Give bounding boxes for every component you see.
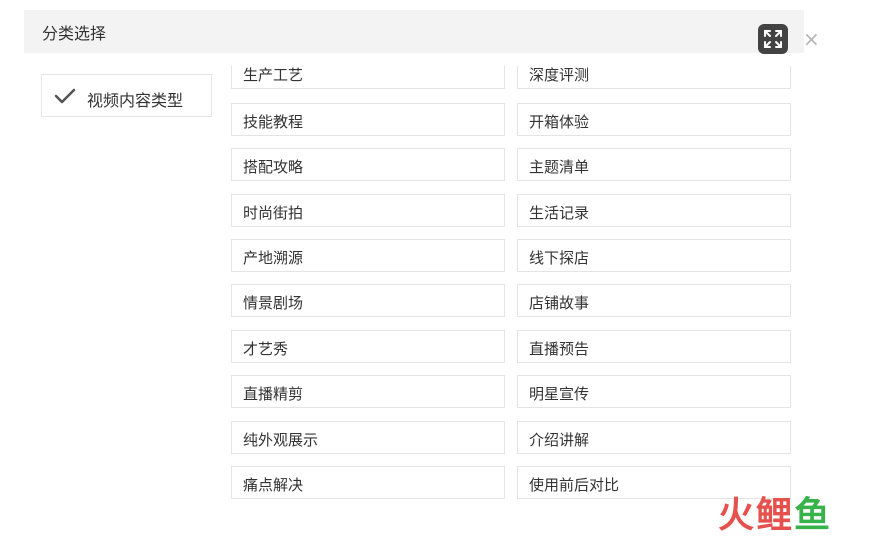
expand-icon [764, 30, 782, 48]
category-option[interactable]: 直播精剪 [231, 375, 505, 408]
category-option[interactable]: 搭配攻略 [231, 148, 505, 181]
dialog-header: 分类选择 × [24, 10, 820, 53]
category-option[interactable]: 深度评测 [517, 66, 791, 89]
dialog-title: 分类选择 [42, 24, 107, 43]
watermark-logo: 火鲤鱼 [718, 495, 833, 536]
sidebar-item-label: 视频内容类型 [87, 91, 184, 110]
expand-button[interactable] [758, 24, 788, 54]
category-option[interactable]: 明星宣传 [517, 375, 791, 408]
category-option[interactable]: 生产工艺 [231, 66, 505, 89]
category-option[interactable]: 才艺秀 [231, 330, 505, 363]
category-option[interactable]: 介绍讲解 [517, 421, 791, 454]
category-option[interactable]: 线下探店 [517, 239, 791, 272]
sidebar-item-video-content-type[interactable]: 视频内容类型 [41, 74, 212, 117]
category-option[interactable]: 技能教程 [231, 103, 505, 136]
category-grid: 生产工艺 深度评测 技能教程 开箱体验 搭配攻略 主题清单 时尚街拍 生活记录 … [228, 66, 808, 506]
check-icon [54, 88, 76, 104]
category-option[interactable]: 主题清单 [517, 148, 791, 181]
category-option[interactable]: 店铺故事 [517, 284, 791, 317]
category-option[interactable]: 痛点解决 [231, 466, 505, 499]
category-option[interactable]: 纯外观展示 [231, 421, 505, 454]
category-option[interactable]: 生活记录 [517, 194, 791, 227]
category-option[interactable]: 时尚街拍 [231, 194, 505, 227]
category-option[interactable]: 产地溯源 [231, 239, 505, 272]
category-option[interactable]: 直播预告 [517, 330, 791, 363]
category-option[interactable]: 情景剧场 [231, 284, 505, 317]
close-icon[interactable]: × [803, 29, 820, 49]
category-option[interactable]: 开箱体验 [517, 103, 791, 136]
